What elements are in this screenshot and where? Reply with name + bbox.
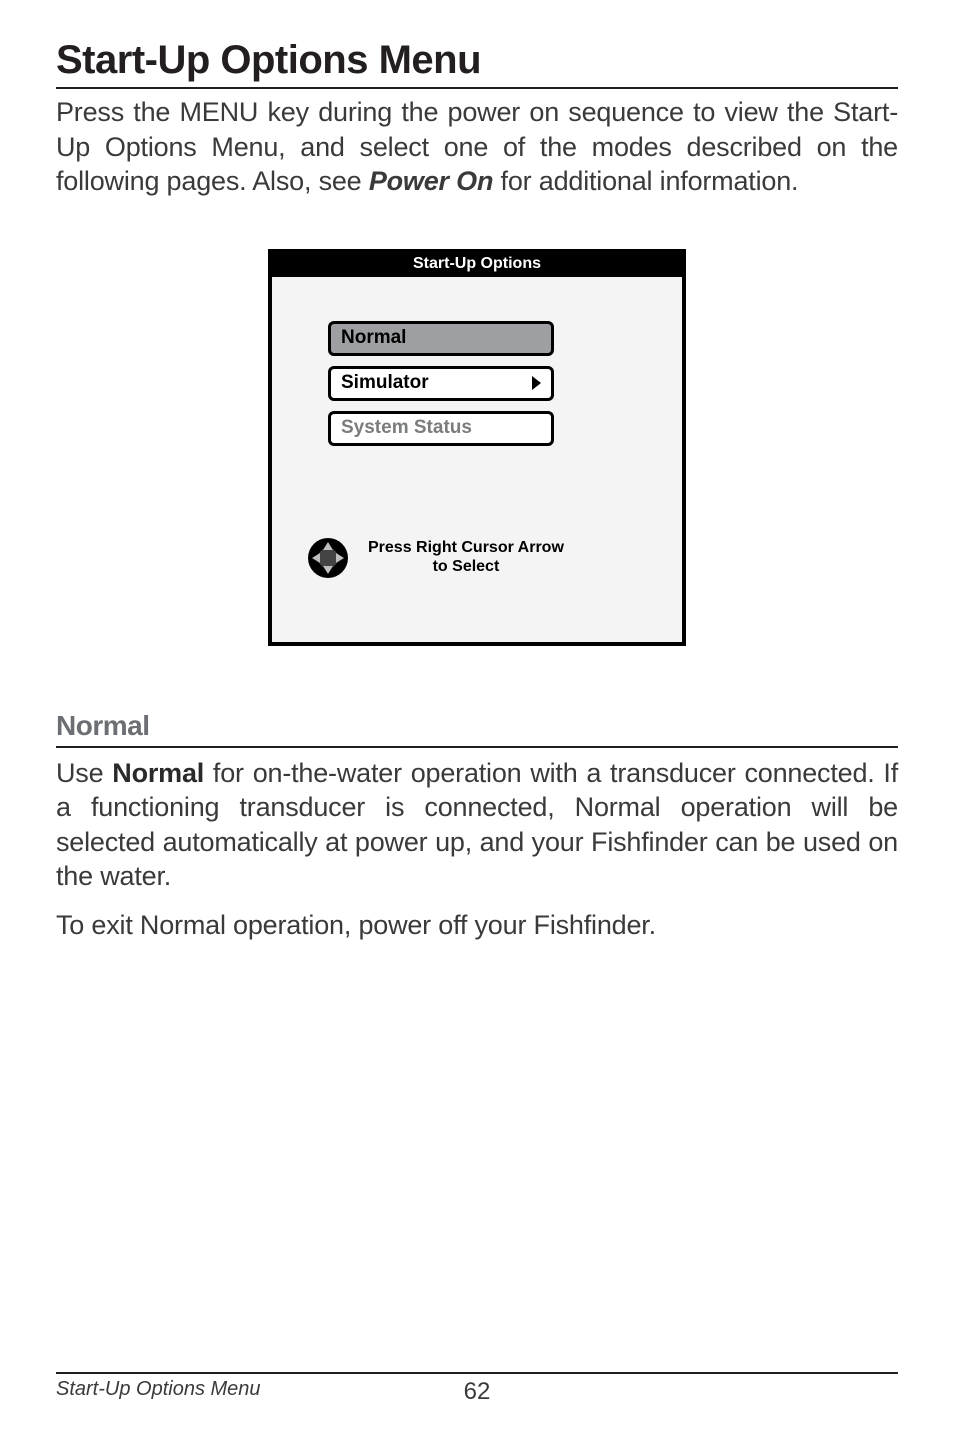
hint-text: Press Right Cursor Arrow to Select — [368, 539, 564, 576]
intro-power-on-ref: Power On — [369, 166, 493, 196]
screen-body: Normal Simulator System Status — [272, 277, 682, 642]
normal-paragraph-2: To exit Normal operation, power off your… — [56, 908, 898, 943]
option-system-status[interactable]: System Status — [328, 411, 554, 446]
device-screen: Start-Up Options Normal Simulator System… — [268, 249, 686, 646]
p2-normal-strong: Normal — [112, 758, 204, 788]
page-title: Start-Up Options Menu — [56, 38, 898, 83]
title-rule — [56, 87, 898, 89]
footer-page-number: 62 — [464, 1378, 491, 1406]
intro-text-post: for additional information. — [493, 166, 798, 196]
page-footer: Start-Up Options Menu 62 — [56, 1364, 898, 1401]
option-simulator[interactable]: Simulator — [328, 366, 554, 401]
screen-titlebar: Start-Up Options — [272, 253, 682, 277]
normal-paragraph-1: Use Normal for on-the-water operation wi… — [56, 756, 898, 894]
p2-pre: Use — [56, 758, 112, 788]
footer-rule — [56, 1372, 898, 1374]
option-simulator-label: Simulator — [341, 372, 429, 394]
option-normal[interactable]: Normal — [328, 321, 554, 356]
hint-line-2: to Select — [368, 558, 564, 576]
option-system-status-label: System Status — [341, 417, 472, 439]
footer-section-label: Start-Up Options Menu — [56, 1378, 261, 1401]
subhead-rule — [56, 746, 898, 748]
chevron-right-icon — [532, 376, 541, 390]
section-heading-normal: Normal — [56, 710, 898, 742]
dpad-icon — [306, 536, 350, 580]
intro-paragraph: Press the MENU key during the power on s… — [56, 95, 898, 199]
option-normal-label: Normal — [341, 327, 406, 349]
hint-line-1: Press Right Cursor Arrow — [368, 539, 564, 557]
device-screenshot: Start-Up Options Normal Simulator System… — [56, 249, 898, 646]
hint-row: Press Right Cursor Arrow to Select — [306, 536, 626, 580]
